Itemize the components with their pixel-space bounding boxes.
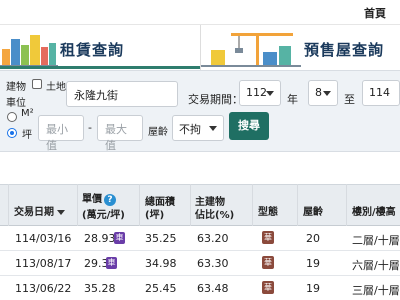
parking-badge-icon: 車 [106, 257, 117, 269]
unit-ping-label: 坪 [22, 130, 32, 141]
cell-ratio: 63.30 [197, 257, 229, 270]
cell-date: 114/03/16 [15, 232, 72, 245]
unit-m2-radio[interactable] [7, 112, 17, 122]
cell-date: 113/08/17 [15, 257, 72, 270]
cell-age: 19 [306, 282, 320, 295]
col-date-header[interactable]: 交易日期 [14, 207, 65, 219]
parking-badge-icon: 車 [114, 232, 125, 244]
area-min-input[interactable]: 最小值 [38, 115, 84, 152]
month-from-value: 8 [315, 86, 322, 99]
chevron-down-icon [323, 91, 331, 96]
home-link[interactable]: 首頁 [364, 5, 386, 21]
cell-floor: 二層/十層 [352, 234, 400, 247]
col-floor-label: 樓別/樓高 [352, 207, 396, 218]
col-type-label: 型態 [258, 207, 278, 218]
age-select[interactable]: 不拘 [172, 115, 224, 141]
cell-area: 25.45 [145, 282, 177, 295]
parking-label: 車位 [6, 98, 26, 109]
tab-rental[interactable]: 租賃查詢 [0, 25, 200, 70]
table-row[interactable]: 113/06/22 35.28 25.45 63.48 華 19 三層/十層 [0, 276, 400, 300]
year-to-select[interactable]: 114 [362, 80, 400, 106]
cell-ratio: 63.20 [197, 232, 229, 245]
col-ratio-label: 主建物 [195, 197, 225, 208]
col-price-header: 單價? [82, 194, 116, 206]
year-from-select[interactable]: 112 [239, 80, 281, 106]
month-from-select[interactable]: 8 [308, 80, 338, 106]
chevron-down-icon [209, 126, 217, 131]
tab-rental-label: 租賃查詢 [60, 41, 125, 59]
unit-ping-radio[interactable] [7, 128, 17, 138]
col-age-label: 屋齡 [303, 207, 323, 218]
help-icon[interactable]: ? [104, 194, 116, 206]
table-spacer [0, 152, 400, 184]
top-bar: 首頁 [0, 0, 400, 25]
search-button[interactable]: 搜尋 [229, 112, 269, 140]
road-input[interactable]: 永隆九街 [66, 81, 178, 107]
unit-m2-label: M² [21, 108, 34, 119]
table-header: 交易日期 單價? (萬元/坪) 總面積 (坪) 主建物 佔比(%) 型態 屋齡 … [0, 184, 400, 226]
cell-age: 19 [306, 257, 320, 270]
cell-area: 35.25 [145, 232, 177, 245]
year-to-value: 114 [369, 86, 390, 99]
tab-presale-label: 預售屋查詢 [304, 41, 385, 59]
table-row[interactable]: 114/03/16 28.93 車 35.25 63.20 華 20 二層/十層 [0, 226, 400, 251]
year-unit-label: 年 [287, 93, 298, 106]
chevron-down-icon [266, 91, 274, 96]
cell-age: 20 [306, 232, 320, 245]
age-label: 屋齡 [148, 127, 168, 138]
tab-row: 租賃查詢 預售屋查詢 [0, 25, 400, 70]
building-type-icon: 華 [262, 231, 274, 244]
land-label: 土地 [46, 82, 66, 93]
sort-desc-icon[interactable] [57, 209, 65, 215]
construction-crane-icon [201, 33, 301, 67]
age-value: 不拘 [179, 123, 201, 136]
range-dash: - [88, 121, 92, 134]
cell-floor: 六層/十層 [352, 259, 400, 272]
col-area-label: 總面積 [145, 197, 175, 208]
cell-price: 28.93 [84, 232, 116, 245]
col-price-unit: (萬元/坪) [82, 210, 125, 221]
land-checkbox[interactable] [32, 79, 42, 89]
tab-presale[interactable]: 預售屋查詢 [200, 25, 400, 70]
col-date-label: 交易日期 [14, 207, 54, 218]
area-max-input[interactable]: 最大值 [97, 115, 143, 152]
active-tab-indicator [0, 66, 200, 69]
col-price-label: 單價 [82, 194, 102, 205]
cell-ratio: 63.48 [197, 282, 229, 295]
building-type-icon: 華 [262, 256, 274, 269]
cell-price: 35.28 [84, 282, 116, 295]
cell-area: 34.98 [145, 257, 177, 270]
building-label: 建物 [6, 82, 26, 93]
to-label: 至 [344, 93, 355, 106]
building-type-icon: 華 [262, 281, 274, 294]
table-row[interactable]: 113/08/17 29.3 車 34.98 63.30 華 19 六層/十層 [0, 251, 400, 276]
cell-price: 29.3 [84, 257, 109, 270]
city-buildings-icon [0, 35, 58, 67]
cell-date: 113/06/22 [15, 282, 72, 295]
period-label: 交易期間： [188, 93, 243, 106]
year-from-value: 112 [246, 86, 267, 99]
col-area-unit: (坪) [145, 210, 165, 221]
col-ratio-unit: 佔比(%) [195, 210, 235, 221]
cell-floor: 三層/十層 [352, 284, 400, 297]
